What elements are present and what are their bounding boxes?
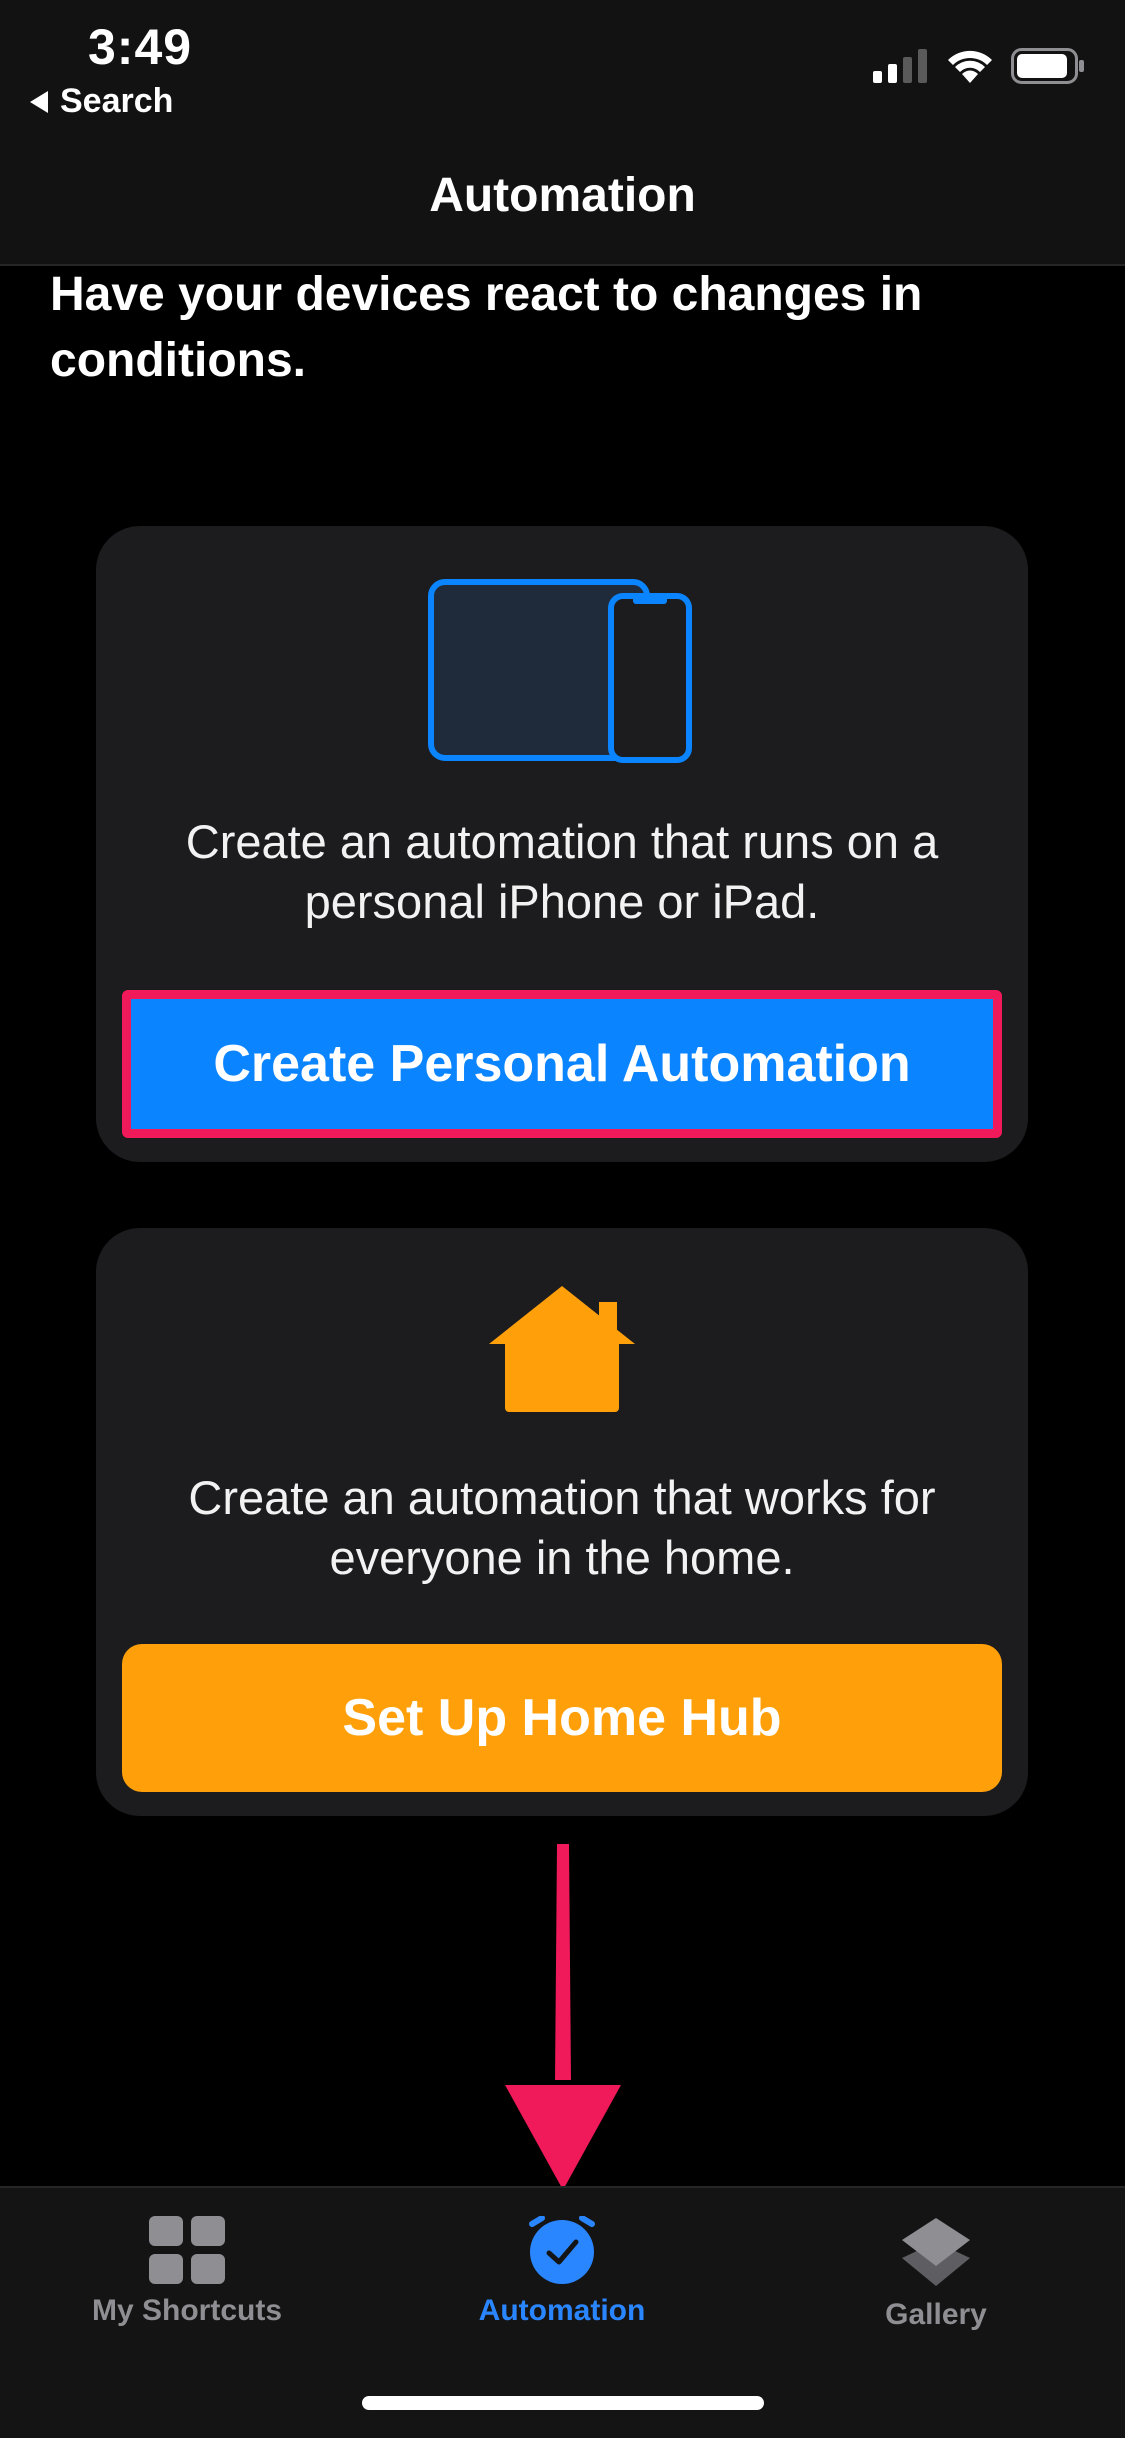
cellular-signal-icon [873, 49, 927, 83]
tab-label: Automation [478, 2294, 646, 2327]
page-subtitle: Have your devices react to changes in co… [50, 268, 923, 387]
tab-label: Gallery [885, 2298, 987, 2331]
wifi-icon [948, 50, 992, 83]
back-triangle-icon [30, 90, 48, 113]
house-icon [96, 1284, 1028, 1414]
navigation-bar: 3:49 Search Automation [0, 0, 1125, 266]
status-icons [873, 48, 1085, 84]
personal-automation-description: Create an automation that runs on a pers… [185, 815, 939, 928]
grid-icon [149, 2216, 225, 2284]
home-automation-description: Create an automation that works for ever… [188, 1471, 936, 1584]
home-automation-card: Create an automation that works for ever… [96, 1228, 1028, 1816]
set-up-home-hub-button[interactable]: Set Up Home Hub [122, 1644, 1002, 1792]
back-label: Search [60, 82, 174, 120]
create-personal-automation-button[interactable]: Create Personal Automation [122, 990, 1002, 1138]
clock-check-icon [529, 2216, 595, 2284]
home-indicator[interactable] [362, 2396, 764, 2410]
personal-automation-card: Create an automation that runs on a pers… [96, 526, 1028, 1162]
page-title: Automation [429, 169, 696, 222]
tab-automation[interactable]: Automation [412, 2216, 712, 2328]
devices-icon [96, 578, 1028, 768]
layers-icon [902, 2218, 970, 2286]
tab-gallery[interactable]: Gallery [786, 2216, 1086, 2332]
tab-my-shortcuts[interactable]: My Shortcuts [37, 2216, 337, 2328]
battery-icon [1011, 48, 1084, 84]
status-time: 3:49 [88, 19, 193, 75]
back-to-search-link[interactable]: Search [30, 82, 173, 121]
tab-label: My Shortcuts [91, 2294, 283, 2327]
annotation-arrow-icon [505, 1840, 621, 2195]
